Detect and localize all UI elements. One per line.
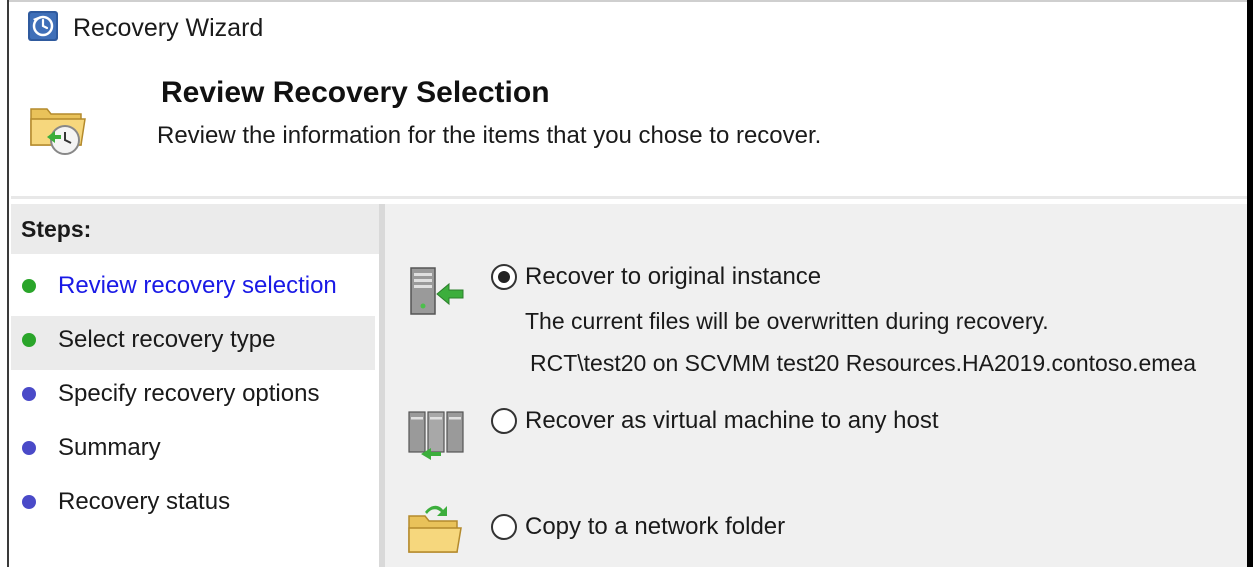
folder-copy-icon bbox=[408, 505, 462, 553]
step-status-dot-icon bbox=[22, 279, 36, 293]
step-select-recovery-type[interactable]: Select recovery type bbox=[11, 316, 375, 370]
window-frame-left bbox=[0, 0, 9, 567]
steps-heading-label: Steps: bbox=[21, 216, 92, 242]
step-label: Select recovery type bbox=[58, 326, 276, 353]
server-restore-icon bbox=[410, 267, 464, 315]
recover-as-vm-radio[interactable] bbox=[491, 408, 517, 434]
step-label: Review recovery selection bbox=[58, 272, 337, 299]
recovery-type-panel: Recover to original instance The current… bbox=[385, 204, 1247, 567]
recovery-app-icon bbox=[28, 11, 58, 41]
copy-to-network-folder-radio[interactable] bbox=[491, 514, 517, 540]
step-status-dot-icon bbox=[22, 495, 36, 509]
step-label: Recovery status bbox=[58, 488, 231, 515]
steps-panel: Steps: Review recovery selection Select … bbox=[11, 204, 379, 567]
page-subtitle: Review the information for the items tha… bbox=[157, 122, 822, 149]
step-status-dot-icon bbox=[22, 387, 36, 401]
step-specify-recovery-options[interactable]: Specify recovery options bbox=[11, 370, 375, 424]
recover-original-instance-radio[interactable] bbox=[491, 264, 517, 290]
step-label: Summary bbox=[58, 434, 161, 461]
title-bar[interactable]: Recovery Wizard bbox=[11, 2, 1247, 50]
copy-to-network-folder-label[interactable]: Copy to a network folder bbox=[525, 513, 785, 541]
step-recovery-status[interactable]: Recovery status bbox=[11, 478, 375, 532]
step-review-recovery-selection[interactable]: Review recovery selection bbox=[11, 262, 375, 316]
wizard-header: Review Recovery Selection Review the inf… bbox=[11, 50, 1247, 196]
overwrite-warning-text: The current files will be overwritten du… bbox=[525, 308, 1049, 334]
window-title: Recovery Wizard bbox=[73, 14, 264, 42]
servers-icon bbox=[408, 411, 464, 460]
header-separator bbox=[11, 196, 1247, 199]
step-status-dot-icon bbox=[22, 333, 36, 347]
steps-heading: Steps: bbox=[11, 204, 379, 254]
step-status-dot-icon bbox=[22, 441, 36, 455]
step-label: Specify recovery options bbox=[58, 380, 320, 407]
folder-restore-icon bbox=[30, 108, 86, 155]
step-summary[interactable]: Summary bbox=[11, 424, 375, 478]
window-frame-right bbox=[1247, 0, 1253, 567]
recover-original-instance-label[interactable]: Recover to original instance bbox=[525, 263, 821, 291]
recover-as-vm-label[interactable]: Recover as virtual machine to any host bbox=[525, 407, 939, 435]
page-title: Review Recovery Selection bbox=[161, 76, 550, 109]
original-instance-path-text: RCT\test20 on SCVMM test20 Resources.HA2… bbox=[530, 350, 1197, 376]
